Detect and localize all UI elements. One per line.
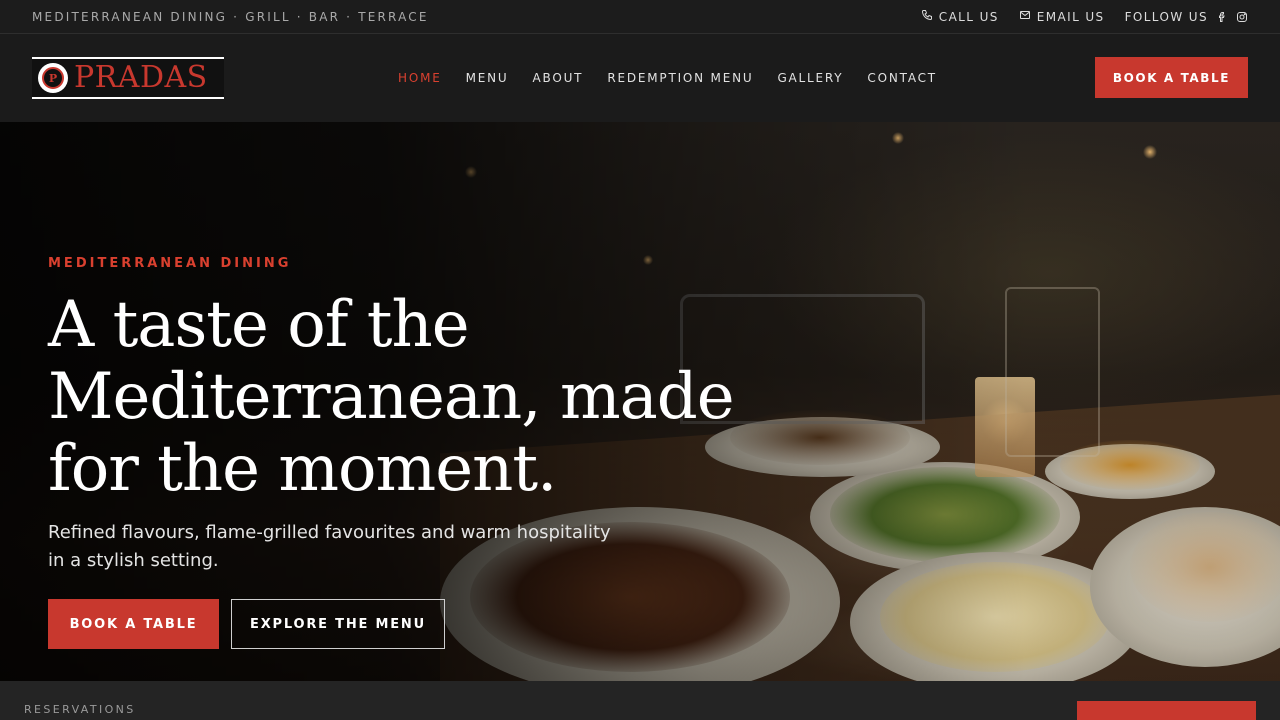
hero-book-a-table-button[interactable]: BOOK A TABLE xyxy=(48,599,219,649)
logo[interactable]: P PRADAS xyxy=(32,57,224,99)
reservations-button[interactable] xyxy=(1077,701,1256,720)
logo-emblem: P xyxy=(38,63,68,93)
tagline: MEDITERRANEAN DINING · GRILL · BAR · TER… xyxy=(32,9,429,24)
hero-eyebrow: MEDITERRANEAN DINING xyxy=(48,256,292,271)
facebook-icon[interactable] xyxy=(1216,11,1228,23)
book-a-table-button[interactable]: BOOK A TABLE xyxy=(1095,57,1248,98)
main-nav: HOME MENU ABOUT REDEMPTION MENU GALLERY … xyxy=(398,34,937,122)
reservations-label: RESERVATIONS xyxy=(24,703,136,716)
follow-us-label: FOLLOW US xyxy=(1124,9,1208,24)
nav-gallery[interactable]: GALLERY xyxy=(777,71,843,85)
reservations-section: RESERVATIONS xyxy=(0,681,1280,720)
hero-section: MEDITERRANEAN DINING A taste of the Medi… xyxy=(0,122,1280,681)
explore-menu-button[interactable]: EXPLORE THE MENU xyxy=(231,599,445,649)
hero-headline: A taste of the Mediterranean, made for t… xyxy=(48,288,735,506)
mail-icon xyxy=(1019,9,1031,24)
call-us-label: CALL US xyxy=(938,9,999,24)
hero-content: MEDITERRANEAN DINING A taste of the Medi… xyxy=(48,256,768,649)
nav-contact[interactable]: CONTACT xyxy=(867,71,937,85)
top-bar: MEDITERRANEAN DINING · GRILL · BAR · TER… xyxy=(0,0,1280,34)
nav-redemption-menu[interactable]: REDEMPTION MENU xyxy=(607,71,753,85)
nav-menu[interactable]: MENU xyxy=(466,71,509,85)
instagram-icon[interactable] xyxy=(1236,11,1248,23)
site-header: P PRADAS HOME MENU ABOUT REDEMPTION MENU… xyxy=(0,34,1280,122)
email-us-label: EMAIL US xyxy=(1036,9,1105,24)
call-us-link[interactable]: CALL US xyxy=(921,9,999,24)
phone-icon xyxy=(921,9,933,24)
nav-home[interactable]: HOME xyxy=(398,71,442,85)
email-us-link[interactable]: EMAIL US xyxy=(1019,9,1105,24)
nav-about[interactable]: ABOUT xyxy=(533,71,584,85)
logo-text: PRADAS xyxy=(74,60,208,95)
follow-us: FOLLOW US xyxy=(1125,10,1248,24)
hero-subtext: Refined flavours, flame-grilled favourit… xyxy=(48,522,611,571)
hero-actions: BOOK A TABLE EXPLORE THE MENU xyxy=(48,599,768,649)
contact-links: CALL US EMAIL US FOLLOW US xyxy=(921,9,1248,24)
